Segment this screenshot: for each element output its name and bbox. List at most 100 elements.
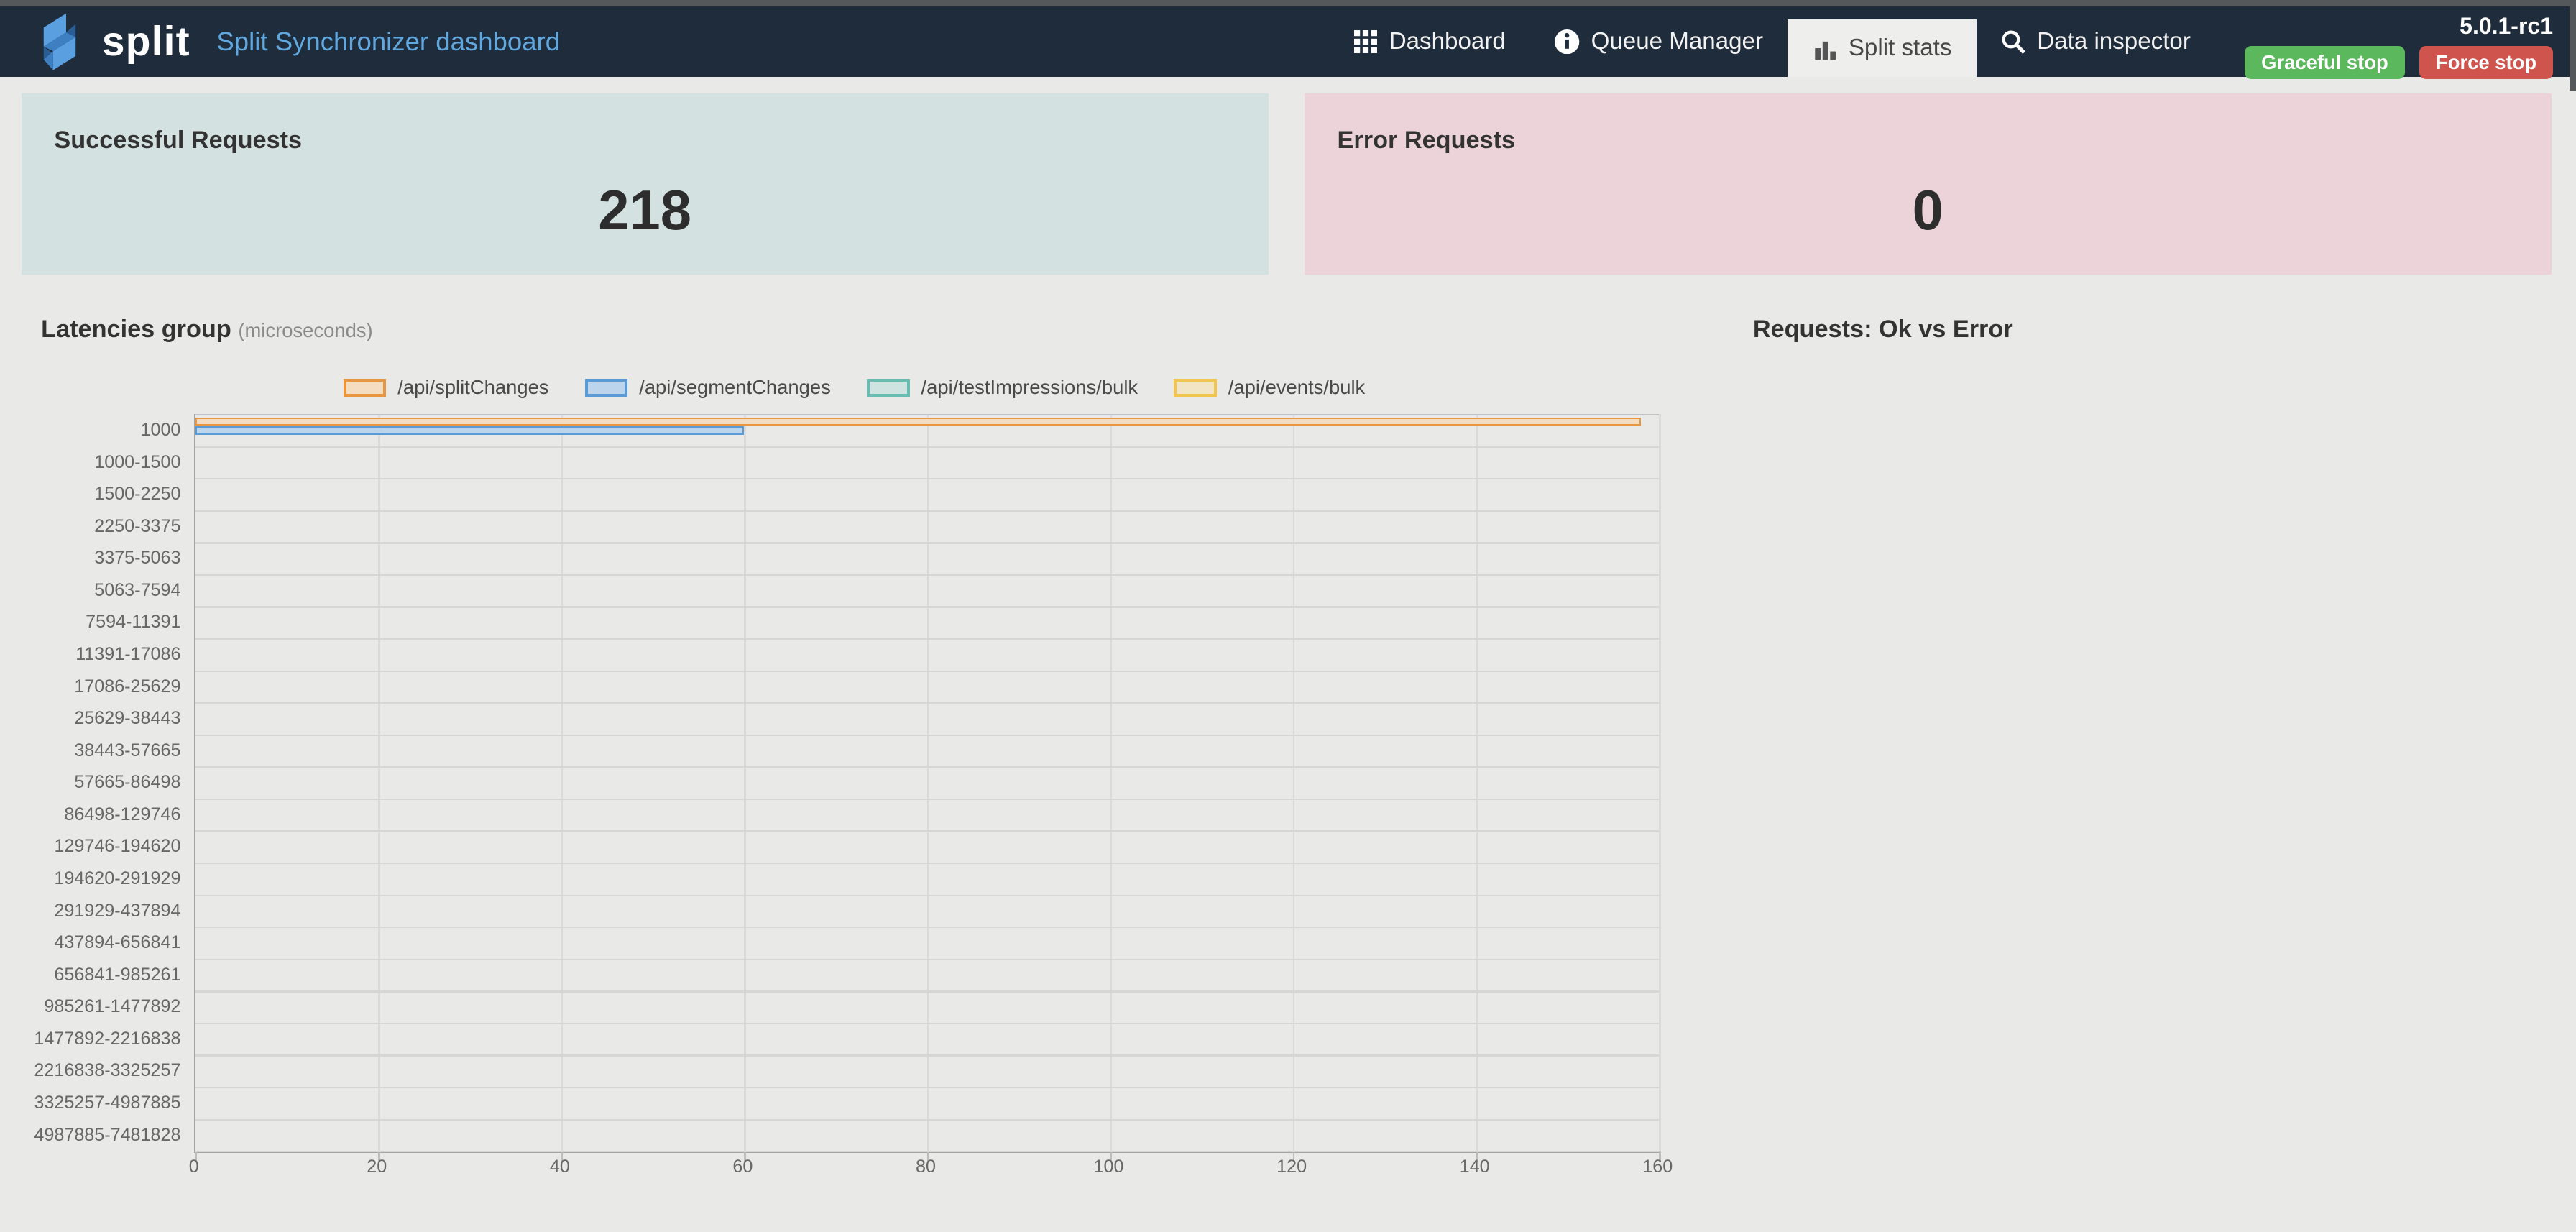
- vertical-gridline: [744, 414, 745, 1151]
- window-right-edge: [2570, 0, 2576, 91]
- latency-bar: [196, 418, 1641, 426]
- legend-label: /api/splitChanges: [397, 376, 548, 399]
- y-axis-category-label: 985261-1477892: [0, 990, 180, 1023]
- y-axis-category-label: 2250-3375: [0, 510, 180, 543]
- y-axis-category-label: 1000-1500: [0, 446, 180, 479]
- legend-label: /api/testImpressions/bulk: [921, 376, 1138, 399]
- legend-item[interactable]: /api/segmentChanges: [585, 376, 831, 399]
- latencies-group-title: Latencies group (microseconds): [41, 316, 373, 344]
- force-stop-button[interactable]: Force stop: [2419, 46, 2553, 79]
- app-window: split Split Synchronizer dashboard Dashb…: [0, 0, 2576, 1232]
- horizontal-gridline: [196, 990, 1660, 992]
- horizontal-gridline: [196, 510, 1660, 512]
- nav-item-label: Split stats: [1849, 35, 1952, 62]
- horizontal-gridline: [196, 1151, 1660, 1152]
- x-axis-tick-label: 120: [1276, 1157, 1307, 1177]
- y-axis-category-label: 25629-38443: [0, 702, 180, 735]
- horizontal-gridline: [196, 1087, 1660, 1088]
- x-axis-tick-label: 80: [916, 1157, 936, 1177]
- legend-swatch: [344, 379, 386, 397]
- horizontal-gridline: [196, 638, 1660, 640]
- y-axis-category-label: 437894-656841: [0, 927, 180, 959]
- vertical-gridline: [1110, 414, 1112, 1151]
- y-axis-category-label: 38443-57665: [0, 735, 180, 767]
- horizontal-gridline: [196, 735, 1660, 736]
- horizontal-gridline: [196, 446, 1660, 448]
- vertical-gridline: [378, 414, 380, 1151]
- y-axis-category-label: 17086-25629: [0, 671, 180, 703]
- legend-label: /api/segmentChanges: [639, 376, 831, 399]
- nav-item-label: Dashboard: [1389, 28, 1506, 55]
- x-axis-tick-label: 140: [1460, 1157, 1490, 1177]
- x-axis-tick-label: 160: [1642, 1157, 1673, 1177]
- legend-item[interactable]: /api/events/bulk: [1174, 376, 1365, 399]
- split-logo-icon: [29, 12, 88, 71]
- nav-item-data-inspector[interactable]: Data inspector: [1977, 6, 2215, 77]
- requests-ok-vs-error-title: Requests: Ok vs Error: [1753, 316, 2013, 344]
- horizontal-gridline: [196, 895, 1660, 896]
- horizontal-gridline: [196, 542, 1660, 543]
- y-axis-category-label: 86498-129746: [0, 799, 180, 831]
- bar-chart-icon: [1813, 36, 1837, 60]
- grid-icon: [1353, 29, 1377, 54]
- latency-y-axis-labels: 10001000-15001500-22502250-33753375-5063…: [0, 414, 180, 1151]
- legend-item[interactable]: /api/testImpressions/bulk: [867, 376, 1138, 399]
- latency-bar: [196, 426, 745, 434]
- horizontal-gridline: [196, 959, 1660, 960]
- x-axis-tick-label: 40: [550, 1157, 570, 1177]
- horizontal-gridline: [196, 1054, 1660, 1056]
- legend-swatch: [585, 379, 627, 397]
- main-nav: Dashboard Queue Manager: [1328, 6, 2215, 77]
- brand-name: split: [102, 6, 190, 77]
- successful-requests-title: Successful Requests: [54, 127, 302, 155]
- horizontal-gridline: [196, 671, 1660, 672]
- nav-item-label: Data inspector: [2037, 28, 2191, 55]
- chart-legend: /api/splitChanges/api/segmentChanges/api…: [0, 376, 1708, 399]
- x-axis-tick-label: 0: [189, 1157, 199, 1177]
- vertical-gridline: [927, 414, 929, 1151]
- nav-right: 5.0.1-rc1 Graceful stop Force stop: [2215, 6, 2576, 77]
- nav-item-label: Queue Manager: [1591, 28, 1763, 55]
- vertical-gridline: [1659, 414, 1660, 1151]
- version-label: 5.0.1-rc1: [2460, 12, 2553, 41]
- y-axis-category-label: 57665-86498: [0, 766, 180, 799]
- graceful-stop-button[interactable]: Graceful stop: [2245, 46, 2404, 79]
- horizontal-gridline: [196, 574, 1660, 576]
- vertical-gridline: [1293, 414, 1294, 1151]
- successful-requests-card: Successful Requests 218: [22, 93, 1269, 274]
- error-requests-card: Error Requests 0: [1305, 93, 2552, 274]
- y-axis-category-label: 291929-437894: [0, 895, 180, 927]
- navbar: split Split Synchronizer dashboard Dashb…: [0, 6, 2576, 77]
- nav-item-split-stats[interactable]: Split stats: [1788, 19, 1976, 77]
- horizontal-gridline: [196, 414, 1660, 415]
- legend-label: /api/events/bulk: [1228, 376, 1365, 399]
- nav-item-dashboard[interactable]: Dashboard: [1328, 6, 1530, 77]
- window-top-edge: [0, 0, 2576, 6]
- latency-x-axis-labels: 020406080100120140160: [194, 1157, 1658, 1180]
- horizontal-gridline: [196, 606, 1660, 607]
- x-axis-tick-label: 60: [732, 1157, 753, 1177]
- brand: split Split Synchronizer dashboard: [0, 6, 560, 77]
- nav-item-queue-manager[interactable]: Queue Manager: [1530, 6, 1788, 77]
- error-requests-title: Error Requests: [1338, 127, 1516, 155]
- horizontal-gridline: [196, 478, 1660, 479]
- y-axis-category-label: 4987885-7481828: [0, 1119, 180, 1151]
- legend-swatch: [1174, 379, 1216, 397]
- y-axis-category-label: 5063-7594: [0, 574, 180, 607]
- y-axis-category-label: 3325257-4987885: [0, 1087, 180, 1119]
- y-axis-category-label: 194620-291929: [0, 863, 180, 895]
- y-axis-category-label: 656841-985261: [0, 959, 180, 991]
- info-icon: [1555, 29, 1579, 54]
- horizontal-gridline: [196, 799, 1660, 800]
- x-axis-tick-label: 100: [1094, 1157, 1124, 1177]
- horizontal-gridline: [196, 1023, 1660, 1024]
- legend-swatch: [867, 379, 909, 397]
- successful-requests-value: 218: [22, 179, 1269, 243]
- error-requests-value: 0: [1305, 179, 2552, 243]
- y-axis-category-label: 1477892-2216838: [0, 1023, 180, 1055]
- y-axis-category-label: 7594-11391: [0, 606, 180, 638]
- vertical-gridline: [561, 414, 563, 1151]
- x-axis-tick-label: 20: [367, 1157, 387, 1177]
- legend-item[interactable]: /api/splitChanges: [344, 376, 549, 399]
- y-axis-category-label: 1500-2250: [0, 478, 180, 510]
